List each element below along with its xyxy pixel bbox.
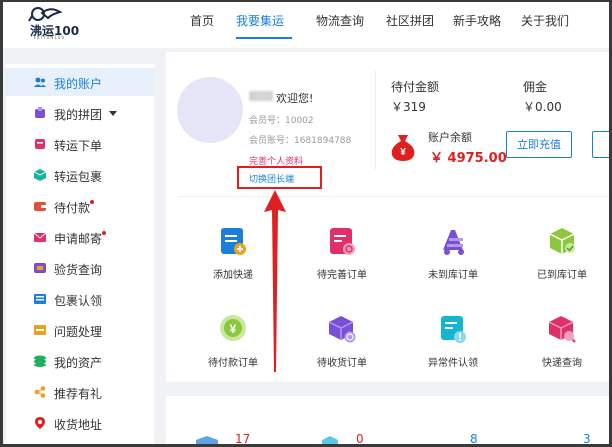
- pending-amount-value: ￥319: [391, 100, 426, 114]
- avatar[interactable]: [177, 77, 243, 143]
- divider: [178, 196, 612, 197]
- welcome-text: 欢迎您!: [276, 92, 314, 105]
- problem-icon: [34, 325, 46, 335]
- box-icon: [322, 436, 338, 447]
- quick-action-label: 待收货订单: [317, 358, 367, 369]
- stat-count: 0: [356, 432, 364, 446]
- order-icon: [35, 139, 45, 149]
- users-icon: [34, 77, 46, 87]
- balance-value: ￥ 4975.00: [430, 151, 507, 166]
- nav-beginner-guide[interactable]: 新手攻略: [453, 12, 501, 29]
- order-stats-card: [166, 396, 612, 447]
- quick-action-not-arrived[interactable]: 未到库订单: [413, 226, 493, 296]
- svg-text:¥: ¥: [400, 147, 406, 158]
- quick-action-incomplete-order[interactable]: 待完善订单: [302, 226, 382, 296]
- svg-text:¥: ¥: [230, 322, 237, 336]
- sidebar: 我的账户 我的拼团 转运下单 转运包裹 待付款 申请邮寄 验货查询 包裹认领 问…: [6, 64, 154, 447]
- money-bag-icon: ¥: [391, 135, 415, 161]
- stat-count: 17: [235, 432, 251, 446]
- pending-amount-label: 待付金额: [391, 80, 440, 94]
- nav-logistics-query[interactable]: 物流查询: [316, 12, 364, 29]
- express-query-icon: [548, 316, 576, 343]
- divider: [375, 70, 376, 170]
- package-icon: [34, 169, 46, 181]
- quick-action-label: 快递查询: [542, 358, 582, 369]
- sidebar-item-label: 转运下单: [54, 139, 103, 153]
- member-number: 会员号：10002: [249, 116, 314, 126]
- switch-to-leader-link[interactable]: 切换团长端: [249, 172, 294, 185]
- logo-subtitle: FEIYUN100: [34, 35, 66, 40]
- unpaid-order-icon: ¥: [220, 315, 246, 341]
- balance-label: 账户余额: [428, 131, 472, 144]
- nav-consolidation[interactable]: 我要集运: [236, 12, 284, 29]
- sidebar-item-apply-mail[interactable]: 申请邮寄: [6, 223, 154, 251]
- member-account: 会员账号：1681894788: [249, 136, 352, 146]
- sidebar-item-inspection-query[interactable]: 验货查询: [6, 254, 154, 282]
- not-arrived-icon: [443, 230, 464, 255]
- nav-community-group[interactable]: 社区拼团: [386, 12, 434, 29]
- sidebar-item-my-assets[interactable]: 我的资产: [6, 347, 154, 375]
- sidebar-item-label: 包裹认领: [54, 294, 103, 308]
- sidebar-item-label: 转运包裹: [54, 170, 103, 184]
- quick-action-label: 异常件认领: [428, 358, 478, 369]
- sidebar-item-problem-handling[interactable]: 问题处理: [6, 316, 154, 344]
- to-receive-icon: [328, 316, 356, 343]
- sidebar-item-label: 验货查询: [54, 263, 103, 277]
- quick-action-arrived[interactable]: 已到库订单: [522, 226, 602, 296]
- sidebar-item-label: 问题处理: [54, 325, 103, 339]
- sidebar-item-label: 申请邮寄: [54, 232, 103, 246]
- annotation-arrow-icon: [264, 190, 286, 372]
- sidebar-item-package-claim[interactable]: 包裹认领: [6, 285, 154, 313]
- nav-active-underline: [236, 37, 292, 39]
- claim-icon: [34, 294, 46, 304]
- sidebar-item-transfer-order[interactable]: 转运下单: [6, 130, 154, 158]
- quick-action-label: 未到库订单: [428, 270, 478, 281]
- group-icon: [35, 107, 45, 118]
- stat-count: 8: [470, 432, 478, 446]
- sidebar-item-label: 我的拼团: [54, 108, 103, 122]
- exception-claim-icon: [441, 316, 466, 343]
- top-navbar: 沸运100 FEIYUN100 首页 我要集运 物流查询 社区拼团 新手攻略 关…: [0, 0, 612, 48]
- commission-label: 佣金: [523, 80, 548, 94]
- commission-value: ￥0.00: [523, 100, 562, 114]
- notification-dot: [102, 231, 106, 235]
- sidebar-item-referral[interactable]: 推荐有礼: [6, 378, 154, 406]
- location-icon: [35, 417, 45, 429]
- sidebar-item-label: 待付款: [54, 201, 91, 215]
- quick-action-label: 待完善订单: [317, 270, 367, 281]
- add-express-icon: [221, 228, 246, 255]
- recharge-button[interactable]: 立即充值: [506, 131, 572, 158]
- quick-action-express-query[interactable]: 快递查询: [522, 314, 602, 384]
- nav-home[interactable]: 首页: [190, 12, 214, 29]
- sidebar-item-label: 推荐有礼: [54, 387, 103, 401]
- sidebar-item-label: 我的资产: [54, 356, 103, 370]
- sidebar-item-label: 收货地址: [54, 418, 103, 432]
- notification-dot: [90, 200, 94, 204]
- quick-action-exception-claim[interactable]: 异常件认领: [413, 314, 493, 384]
- quick-action-to-receive[interactable]: 待收货订单: [302, 314, 382, 384]
- arrived-icon: [549, 228, 575, 254]
- sidebar-item-my-account[interactable]: 我的账户: [6, 68, 154, 96]
- sidebar-item-my-group[interactable]: 我的拼团: [6, 99, 154, 127]
- chevron-down-icon[interactable]: [109, 111, 117, 116]
- sidebar-item-shipping-address[interactable]: 收货地址: [6, 409, 154, 437]
- nav-about-us[interactable]: 关于我们: [521, 12, 569, 29]
- box-icon: [196, 436, 218, 447]
- blurred-username: [249, 91, 273, 101]
- wallet-icon: [34, 202, 46, 211]
- incomplete-order-icon: [330, 228, 355, 255]
- quick-action-label: 已到库订单: [537, 270, 587, 281]
- sidebar-item-pending-payment[interactable]: 待付款: [6, 192, 154, 220]
- mail-icon: [34, 232, 46, 242]
- share-icon: [34, 386, 46, 398]
- secondary-button[interactable]: [592, 131, 612, 158]
- sidebar-item-label: 我的账户: [54, 77, 103, 91]
- inspect-icon: [34, 263, 46, 273]
- stat-count: 3: [583, 432, 591, 446]
- assets-icon: [34, 355, 46, 367]
- sidebar-item-transfer-package[interactable]: 转运包裹: [6, 161, 154, 189]
